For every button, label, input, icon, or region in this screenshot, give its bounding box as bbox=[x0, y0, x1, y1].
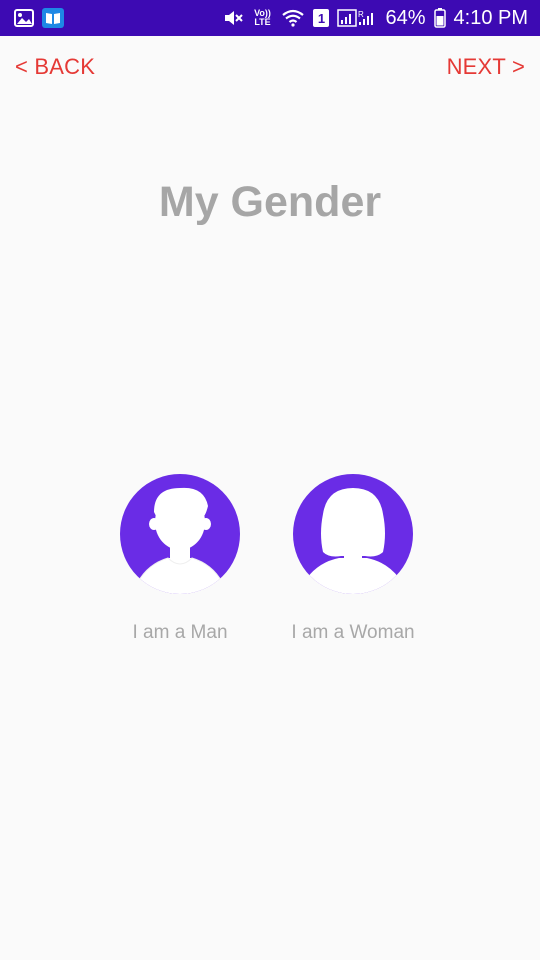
book-app-icon bbox=[42, 8, 64, 28]
woman-label[interactable]: I am a Woman bbox=[273, 622, 433, 644]
wifi-icon bbox=[281, 9, 305, 27]
next-button[interactable]: NEXT > bbox=[447, 54, 525, 80]
battery-icon bbox=[433, 8, 446, 28]
woman-avatar-icon[interactable] bbox=[293, 474, 413, 594]
battery-percent: 64% bbox=[385, 6, 426, 29]
man-avatar-icon[interactable] bbox=[120, 474, 240, 594]
sim-icon: 1 bbox=[313, 9, 330, 27]
mute-icon bbox=[223, 9, 244, 27]
back-button[interactable]: < BACK bbox=[15, 54, 95, 80]
status-bar: Vo)) LTE 1 R 64% 4:10 PM bbox=[0, 0, 540, 36]
man-label[interactable]: I am a Man bbox=[100, 622, 260, 644]
gender-option-woman[interactable]: I am a Woman bbox=[273, 474, 433, 644]
svg-text:R: R bbox=[358, 10, 364, 19]
gallery-icon bbox=[14, 9, 34, 27]
clock: 4:10 PM bbox=[453, 6, 528, 29]
signal-icon: R bbox=[337, 8, 377, 28]
page-title: My Gender bbox=[158, 178, 382, 226]
gender-option-man[interactable]: I am a Man bbox=[100, 474, 260, 644]
volte-indicator: Vo)) LTE bbox=[254, 8, 271, 27]
status-bar-right: Vo)) LTE 1 R 64% 4:10 PM bbox=[223, 7, 528, 30]
status-bar-left bbox=[14, 8, 64, 28]
